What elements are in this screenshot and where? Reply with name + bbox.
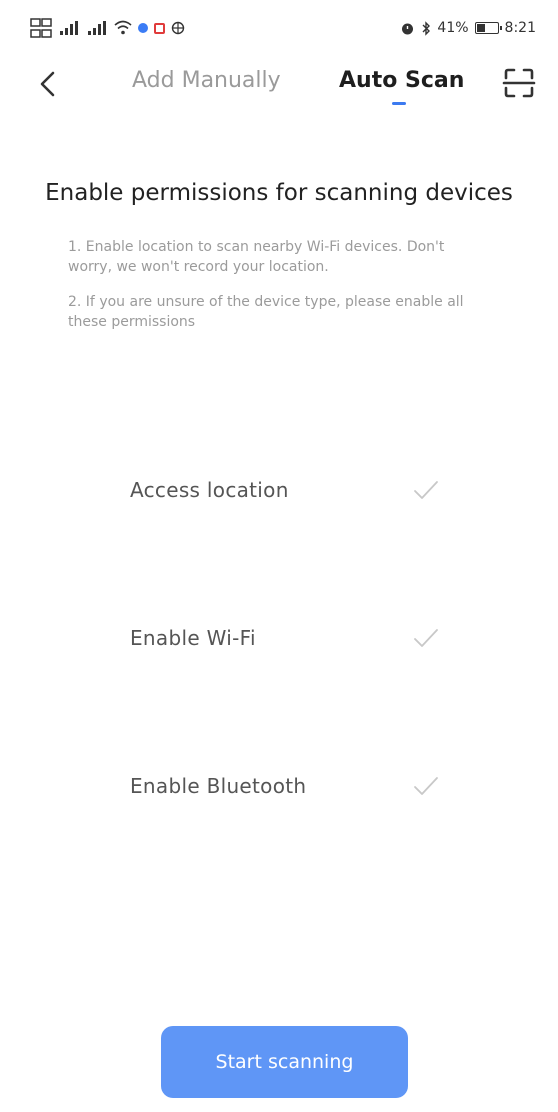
check-icon bbox=[414, 777, 438, 795]
scan-code-icon bbox=[502, 68, 536, 98]
globe-icon bbox=[171, 21, 185, 35]
sim-icon bbox=[30, 18, 52, 38]
page-title: Enable permissions for scanning devices bbox=[45, 180, 513, 206]
chevron-left-icon bbox=[40, 71, 55, 97]
permission-label: Enable Bluetooth bbox=[130, 774, 307, 798]
permission-enable-bluetooth[interactable]: Enable Bluetooth bbox=[130, 766, 440, 806]
clock: 8:21 bbox=[504, 20, 536, 36]
notification-app-icon bbox=[154, 22, 165, 34]
back-button[interactable] bbox=[30, 64, 66, 104]
alarm-icon bbox=[402, 23, 414, 34]
permission-label: Enable Wi-Fi bbox=[130, 626, 256, 650]
start-scanning-button[interactable]: Start scanning bbox=[161, 1026, 408, 1098]
permission-enable-wifi[interactable]: Enable Wi-Fi bbox=[130, 618, 440, 658]
scan-code-button[interactable] bbox=[500, 64, 538, 102]
tip-device-type: 2. If you are unsure of the device type,… bbox=[68, 294, 464, 330]
check-icon bbox=[414, 481, 438, 499]
tab-auto-scan[interactable]: Auto Scan bbox=[339, 68, 464, 93]
signal-icon-2 bbox=[88, 21, 106, 35]
status-left bbox=[30, 17, 185, 39]
battery-percent: 41% bbox=[437, 20, 469, 36]
permission-access-location[interactable]: Access location bbox=[130, 470, 440, 510]
permission-label: Access location bbox=[130, 478, 289, 502]
wifi-icon bbox=[114, 20, 132, 35]
notification-dot-icon bbox=[138, 23, 148, 33]
status-right: 41% 8:21 bbox=[400, 20, 536, 36]
status-bar: 41% 8:21 bbox=[0, 0, 558, 56]
bluetooth-icon bbox=[422, 20, 431, 36]
battery-icon bbox=[474, 22, 502, 34]
signal-icon bbox=[60, 21, 78, 35]
top-nav: Add Manually Auto Scan bbox=[0, 56, 558, 120]
check-icon bbox=[414, 629, 438, 647]
tab-add-manually[interactable]: Add Manually bbox=[132, 68, 281, 93]
tip-location: 1. Enable location to scan nearby Wi-Fi … bbox=[68, 239, 445, 275]
active-tab-indicator bbox=[392, 102, 406, 105]
